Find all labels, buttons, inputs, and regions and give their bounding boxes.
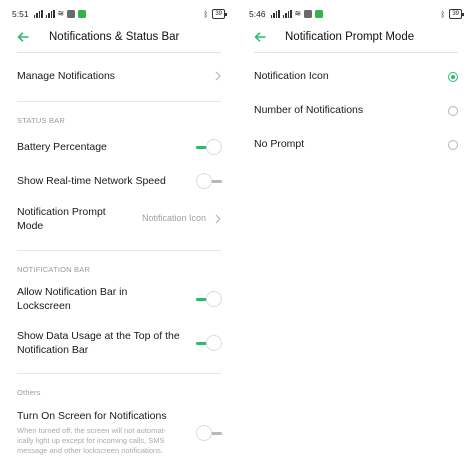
back-arrow-icon[interactable] <box>13 27 33 47</box>
others-section-header: Others <box>17 388 41 397</box>
status-bar-section-header: STATUS BAR <box>17 116 65 125</box>
option-number-of-notifications[interactable]: Number of Notifications <box>254 102 458 120</box>
option-no-prompt[interactable]: No Prompt <box>254 136 458 154</box>
signal-icon-2 <box>45 10 55 18</box>
bluetooth-icon: ᛒ <box>440 9 446 19</box>
data-usage-toggle[interactable] <box>196 334 222 352</box>
bluetooth-icon: ᛒ <box>203 9 209 19</box>
screen-on-description-line3: message and other lockscreen notificatio… <box>17 446 163 455</box>
data-usage-label-line1: Show Data Usage at the Top of the <box>17 330 180 342</box>
page-title: Notification Prompt Mode <box>285 31 415 43</box>
section-divider <box>17 250 221 251</box>
back-arrow-icon[interactable] <box>250 27 270 47</box>
notification-prompt-mode-screen: 5:46 ≋ ᛒ 39 Notification Prompt Mode Not… <box>237 0 474 474</box>
radio-unselected-icon[interactable] <box>448 106 458 116</box>
signal-icon <box>33 10 43 18</box>
notification-app-icon-green <box>78 10 87 18</box>
header-divider <box>17 52 221 53</box>
manage-notifications-item[interactable]: Manage Notifications <box>17 67 222 85</box>
status-bar: 5:51 ≋ ᛒ 39 <box>12 8 227 20</box>
option-label: Notification Icon <box>254 70 329 82</box>
allow-lockscreen-label-line2: Lockscreen <box>17 300 71 312</box>
allow-lockscreen-item[interactable]: Allow Notification Bar in Lockscreen <box>17 285 222 315</box>
network-speed-label: Show Real-time Network Speed <box>17 175 166 187</box>
network-speed-toggle[interactable] <box>196 172 222 190</box>
screen-on-description-line2: ically light up except for incoming call… <box>17 436 165 445</box>
section-divider <box>17 373 221 374</box>
radio-unselected-icon[interactable] <box>448 140 458 150</box>
prompt-mode-label-line1: Notification Prompt <box>17 206 106 218</box>
battery-percentage-item[interactable]: Battery Percentage <box>17 138 222 156</box>
data-usage-item[interactable]: Show Data Usage at the Top of the Notifi… <box>17 329 222 359</box>
prompt-mode-item[interactable]: Notification Prompt Mode Notification Ic… <box>17 205 222 235</box>
wifi-icon: ≋ <box>57 9 65 18</box>
option-notification-icon[interactable]: Notification Icon <box>254 68 458 86</box>
status-time: 5:51 <box>12 9 29 19</box>
signal-icon <box>270 10 280 18</box>
prompt-mode-label-line2: Mode <box>17 220 44 232</box>
option-label: No Prompt <box>254 138 305 150</box>
radio-selected-icon[interactable] <box>448 72 458 82</box>
allow-lockscreen-label-line1: Allow Notification Bar in <box>17 286 128 298</box>
status-bar: 5:46 ≋ ᛒ 39 <box>249 8 464 20</box>
battery-percentage-toggle[interactable] <box>196 138 222 156</box>
page-title: Notifications & Status Bar <box>49 31 180 43</box>
notification-app-icon-green <box>315 10 324 18</box>
section-divider <box>17 101 221 102</box>
notification-app-icon <box>67 10 76 18</box>
manage-notifications-label: Manage Notifications <box>17 70 116 82</box>
signal-icon-2 <box>282 10 292 18</box>
wifi-icon: ≋ <box>294 9 302 18</box>
screen-on-label: Turn On Screen for Notifications <box>17 410 167 422</box>
chevron-right-icon <box>215 71 221 81</box>
battery-icon: 39 <box>212 9 227 19</box>
battery-level: 39 <box>452 11 459 17</box>
notification-app-icon <box>304 10 313 18</box>
data-usage-label-line2: Notification Bar <box>17 344 89 356</box>
notifications-status-bar-screen: 5:51 ≋ ᛒ 39 Notifications & Status Bar M… <box>0 0 237 474</box>
page-header: Notification Prompt Mode <box>237 24 474 50</box>
chevron-right-icon <box>215 214 221 224</box>
screen-on-description-line1: When turned off, the screen will not aut… <box>17 426 167 435</box>
battery-icon: 39 <box>449 9 464 19</box>
header-divider <box>254 52 458 53</box>
notification-bar-section-header: NOTIFICATION BAR <box>17 265 91 274</box>
screen-on-toggle[interactable] <box>196 424 222 442</box>
option-label: Number of Notifications <box>254 104 364 116</box>
prompt-mode-value: Notification Icon <box>141 213 206 223</box>
battery-level: 39 <box>215 11 222 17</box>
network-speed-item[interactable]: Show Real-time Network Speed <box>17 172 222 190</box>
battery-percentage-label: Battery Percentage <box>17 141 107 153</box>
status-time: 5:46 <box>249 9 266 19</box>
allow-lockscreen-toggle[interactable] <box>196 290 222 308</box>
screen-on-notifications-item[interactable]: Turn On Screen for Notifications When tu… <box>17 409 222 461</box>
page-header: Notifications & Status Bar <box>0 24 237 50</box>
